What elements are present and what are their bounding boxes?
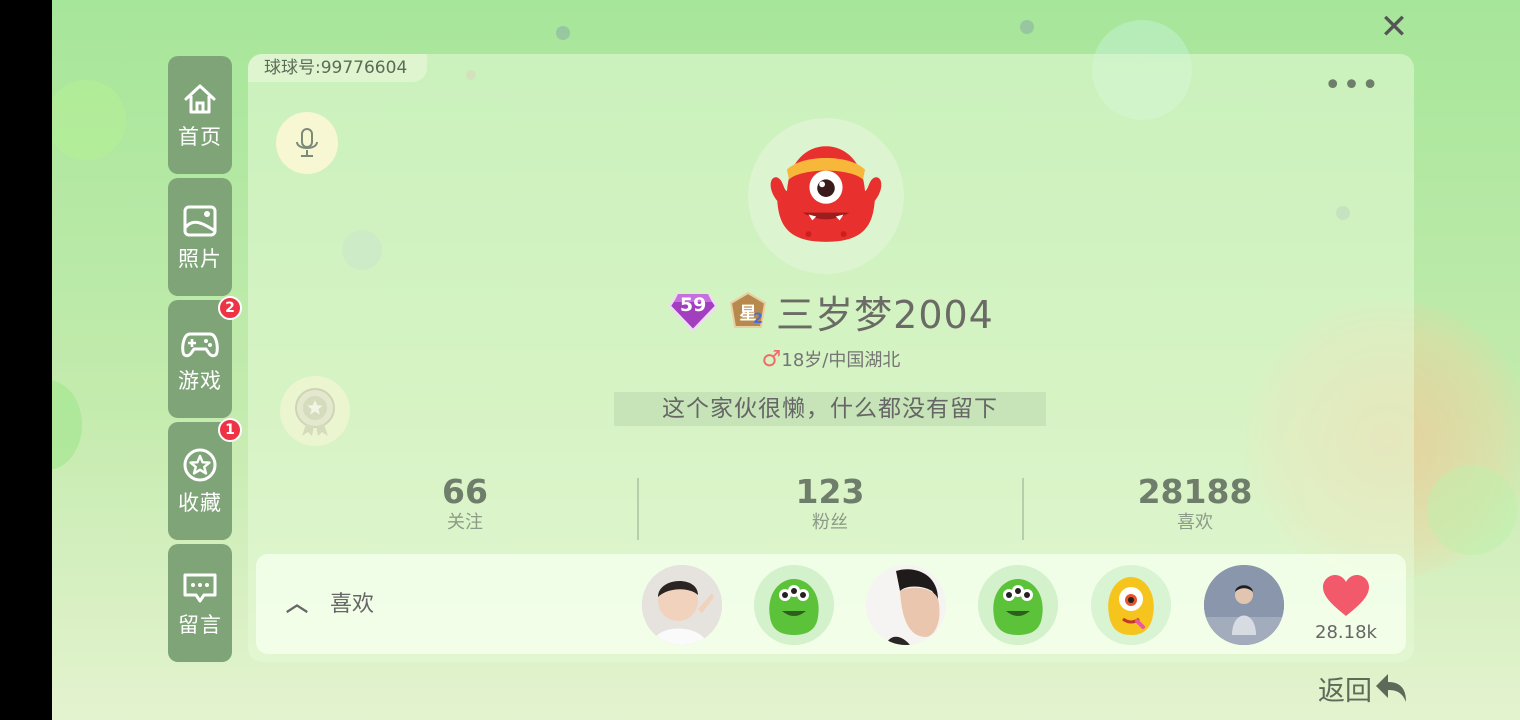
bg-bubble xyxy=(1427,465,1517,555)
profile-screen: ✕ 首页 照片 游戏 2 收藏 1 留言 球球号:99776604 ••• 59… xyxy=(52,0,1520,720)
child-photo-avatar xyxy=(642,565,722,645)
green-monster-avatar-icon xyxy=(978,565,1058,645)
stat-label: 喜欢 xyxy=(1177,512,1213,533)
bg-dot xyxy=(556,26,570,40)
level-badge: 59 xyxy=(668,290,718,332)
favorites-badge: 1 xyxy=(218,418,242,442)
nav-item-home[interactable]: 首页 xyxy=(168,56,232,174)
stat-value: 66 xyxy=(442,472,488,511)
user-avatar[interactable] xyxy=(748,118,904,274)
voice-intro-button[interactable] xyxy=(276,112,338,174)
nav-item-favorites[interactable]: 收藏 1 xyxy=(168,418,242,540)
user-id[interactable]: 球球号:99776604 xyxy=(248,54,428,82)
man-photo-avatar xyxy=(866,565,946,645)
microphone-icon xyxy=(296,128,318,157)
liker-avatar[interactable] xyxy=(754,565,834,645)
bg-bubble xyxy=(52,80,126,160)
nav-label-messages: 留言 xyxy=(178,613,222,637)
bg-bubble xyxy=(52,380,82,470)
likes-count-value: 28.18k xyxy=(1315,622,1377,643)
nav-item-games[interactable]: 游戏 2 xyxy=(168,296,242,418)
age-location: 18岁/中国湖北 xyxy=(781,350,901,371)
medal-icon[interactable] xyxy=(280,376,350,446)
likes-total[interactable]: 28.18k xyxy=(1306,574,1386,643)
stat-value: 28188 xyxy=(1137,472,1253,511)
profile-card: 球球号:99776604 ••• 59 星 2 三岁梦2004 ♂18岁/中国湖… xyxy=(248,54,1414,662)
gamepad-icon xyxy=(181,332,219,358)
nav-item-messages[interactable]: 留言 xyxy=(168,544,232,662)
nav-item-photos[interactable]: 照片 xyxy=(168,178,232,296)
stat-divider xyxy=(637,478,639,540)
home-icon xyxy=(184,84,216,114)
red-monster-avatar-icon xyxy=(770,146,882,242)
stat-fans[interactable]: 123 粉丝 xyxy=(730,474,930,536)
nav-label-photos: 照片 xyxy=(178,247,222,271)
heart-icon xyxy=(1323,575,1369,616)
close-button[interactable]: ✕ xyxy=(1376,10,1412,46)
person-photo-avatar xyxy=(1204,565,1284,645)
nav-label-favorites: 收藏 xyxy=(178,491,222,515)
back-label: 返回 xyxy=(1318,675,1372,707)
green-monster-avatar-icon xyxy=(754,565,834,645)
nav-label-games: 游戏 xyxy=(178,369,222,393)
liker-avatar[interactable] xyxy=(1091,565,1171,645)
likes-toggle-label: 喜欢 xyxy=(330,592,375,617)
stat-divider xyxy=(1022,478,1024,540)
liker-avatar[interactable] xyxy=(866,565,946,645)
stat-label: 粉丝 xyxy=(812,512,848,533)
games-badge: 2 xyxy=(218,296,242,320)
medal-shape xyxy=(295,388,335,436)
likes-toggle[interactable]: ︿ 喜欢 xyxy=(286,586,374,618)
stat-label: 关注 xyxy=(447,512,483,533)
nav-label-home: 首页 xyxy=(178,125,222,149)
bg-dot xyxy=(1020,20,1034,34)
stats-row: 66 关注 123 粉丝 28188 喜欢 xyxy=(248,474,1414,542)
liker-avatar[interactable] xyxy=(978,565,1058,645)
stat-following[interactable]: 66 关注 xyxy=(365,474,565,536)
male-gender-icon: ♂ xyxy=(761,347,782,372)
level-value: 59 xyxy=(679,294,707,316)
chevron-up-icon: ︿ xyxy=(286,592,309,617)
return-arrow-icon xyxy=(1376,674,1406,702)
yellow-monster-avatar-icon xyxy=(1091,565,1171,645)
name-row: 59 星 2 三岁梦2004 xyxy=(248,286,1414,337)
liker-avatar[interactable] xyxy=(642,565,722,645)
star-icon xyxy=(183,448,217,482)
side-nav: 首页 照片 游戏 2 收藏 1 留言 xyxy=(168,56,242,666)
user-info: ♂18岁/中国湖北 xyxy=(248,346,1414,372)
username: 三岁梦2004 xyxy=(776,292,994,337)
star-rank-value: 2 xyxy=(753,311,763,327)
stat-value: 123 xyxy=(795,472,865,511)
photo-icon xyxy=(183,205,217,237)
star-rank-badge: 星 2 xyxy=(728,291,768,331)
back-button[interactable]: 返回 xyxy=(1318,668,1410,708)
liker-avatar[interactable] xyxy=(1204,565,1284,645)
likes-bar: ︿ 喜欢 28.18k xyxy=(256,554,1406,654)
more-button[interactable]: ••• xyxy=(1324,71,1380,101)
signature[interactable]: 这个家伙很懒，什么都没有留下 xyxy=(614,392,1046,426)
stat-likes[interactable]: 28188 喜欢 xyxy=(1095,474,1295,536)
message-icon xyxy=(183,573,217,603)
